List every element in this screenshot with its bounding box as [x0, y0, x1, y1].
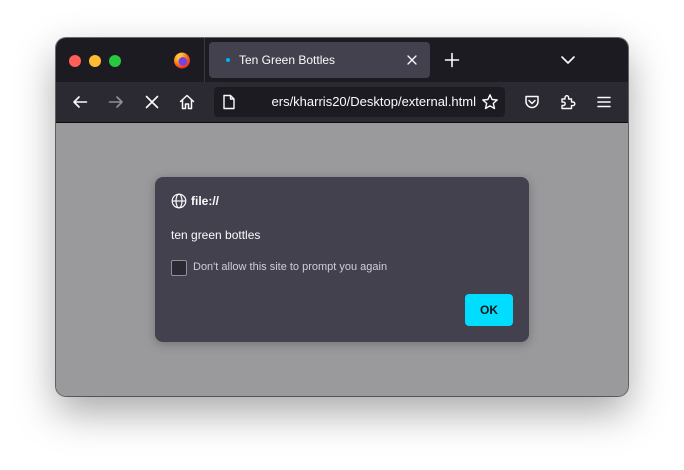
close-icon: [145, 95, 159, 109]
arrow-left-icon: [73, 96, 88, 108]
tab-loading-indicator-icon: [226, 58, 230, 62]
puzzle-icon: [561, 95, 576, 110]
navigation-toolbar: ers/kharris20/Desktop/external.html: [56, 82, 628, 122]
url-fade: [244, 87, 268, 117]
list-all-tabs-button[interactable]: [560, 53, 576, 67]
dont-allow-prompts-label[interactable]: Don't allow this site to prompt you agai…: [193, 261, 387, 273]
page-content-overlay: file:// ten green bottles Don't allow th…: [56, 123, 628, 396]
close-icon[interactable]: [406, 54, 418, 66]
ok-button[interactable]: OK: [465, 294, 513, 326]
window-maximize-button[interactable]: [109, 55, 121, 67]
address-bar[interactable]: ers/kharris20/Desktop/external.html: [214, 87, 505, 117]
alert-dialog: file:// ten green bottles Don't allow th…: [155, 177, 529, 342]
home-button[interactable]: [173, 88, 201, 116]
back-button[interactable]: [66, 88, 94, 116]
plus-icon: [444, 52, 460, 68]
pocket-icon: [525, 95, 539, 109]
app-menu-button[interactable]: [590, 88, 618, 116]
dialog-message: ten green bottles: [171, 228, 261, 242]
url-text[interactable]: ers/kharris20/Desktop/external.html: [272, 94, 476, 109]
stop-button[interactable]: [138, 88, 166, 116]
browser-window: Ten Green Bottles ers/kharris20/Desktop/…: [56, 38, 628, 396]
new-tab-button[interactable]: [444, 52, 460, 68]
hamburger-menu-icon: [597, 96, 611, 108]
tab-strip: Ten Green Bottles: [56, 38, 628, 82]
arrow-right-icon: [108, 96, 123, 108]
desktop-background: Ten Green Bottles ers/kharris20/Desktop/…: [0, 0, 684, 470]
url-text-container: ers/kharris20/Desktop/external.html: [244, 87, 476, 117]
firefox-logo-icon: [173, 51, 191, 69]
chevron-down-icon: [561, 56, 575, 64]
tab-ten-green-bottles[interactable]: Ten Green Bottles: [209, 42, 430, 78]
window-close-button[interactable]: [69, 55, 81, 67]
extensions-button[interactable]: [554, 88, 582, 116]
pocket-button[interactable]: [518, 88, 546, 116]
dialog-origin: file://: [191, 194, 220, 208]
dont-allow-prompts-checkbox[interactable]: [171, 260, 187, 276]
page-icon: [222, 94, 236, 110]
window-minimize-button[interactable]: [89, 55, 101, 67]
forward-button[interactable]: [102, 88, 130, 116]
globe-icon: [171, 193, 187, 209]
tab-title: Ten Green Bottles: [239, 53, 336, 67]
home-icon: [179, 94, 195, 110]
star-icon[interactable]: [481, 93, 499, 111]
tab-separator: [204, 38, 205, 82]
